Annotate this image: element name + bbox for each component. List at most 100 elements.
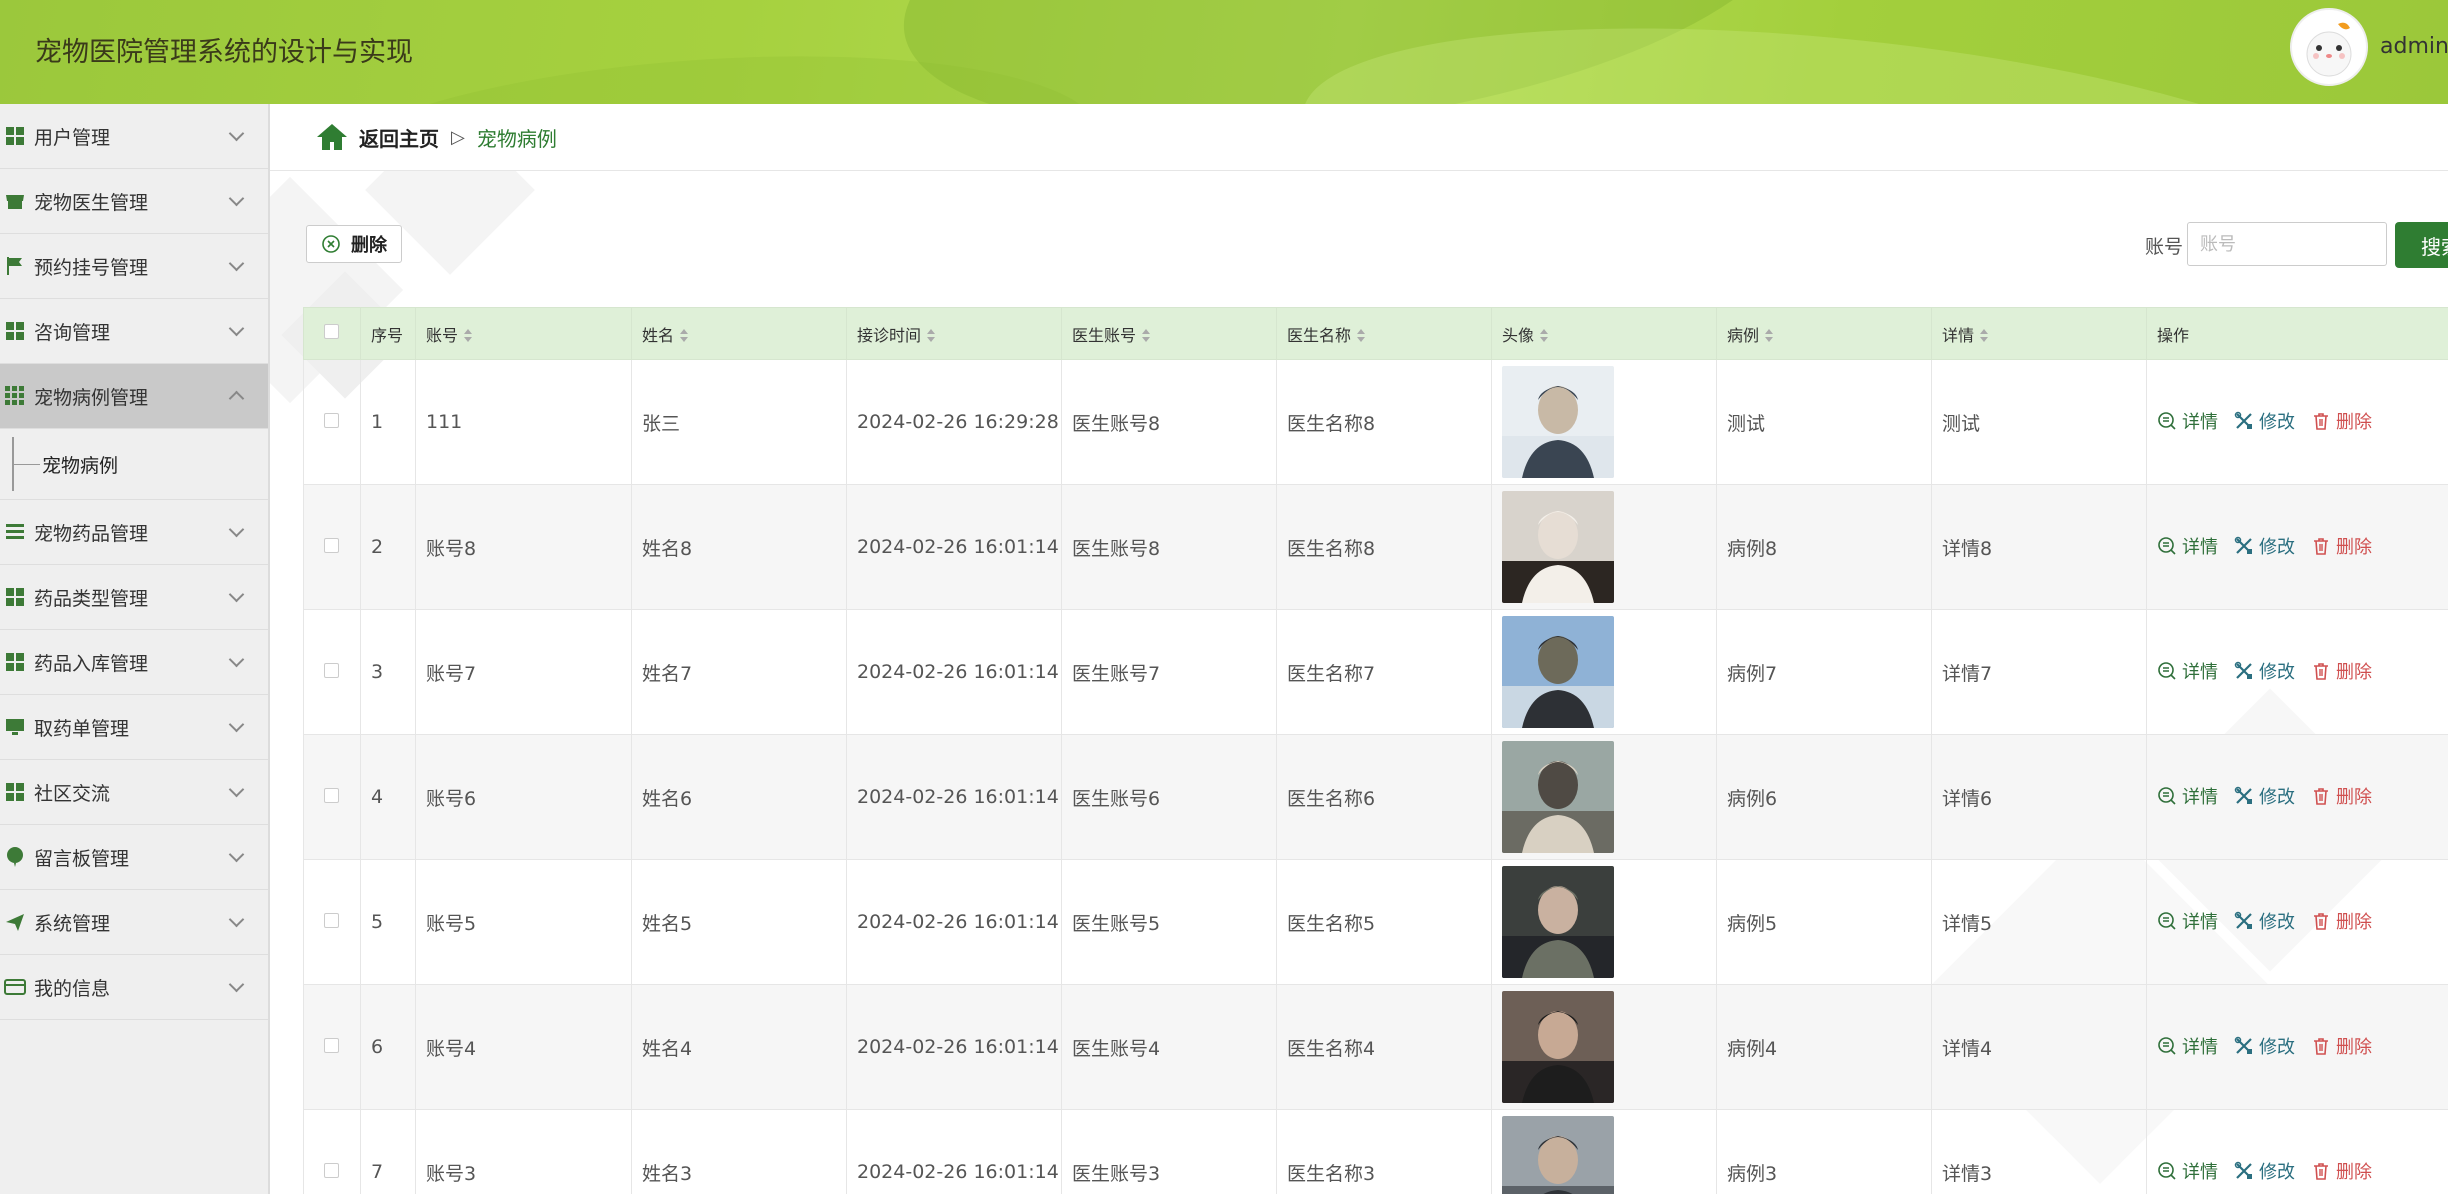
sort-icon[interactable] [1765,329,1774,343]
search-input[interactable] [2187,222,2387,266]
column-header[interactable]: 医生账号 [1061,307,1277,360]
row-edit-button[interactable]: 修改 [2234,908,2295,934]
row-checkbox[interactable] [324,413,339,428]
cell-case: 病例4 [1716,984,1932,1110]
row-delete-button[interactable]: 删除 [2311,658,2372,684]
row-delete-button[interactable]: 删除 [2311,533,2372,559]
avatar-photo[interactable] [1502,866,1614,978]
breadcrumb-home-link[interactable]: 返回主页 [359,123,439,152]
cell-actions: 详情 修改 删除 [2146,984,2448,1110]
sidebar-item-case-management[interactable]: 宠物病例管理 [0,364,268,429]
sidebar-item-label: 药品类型管理 [34,587,149,610]
row-detail-button[interactable]: 详情 [2157,1158,2218,1184]
cell-no: 4 [360,734,416,860]
row-delete-button[interactable]: 删除 [2311,408,2372,434]
row-checkbox[interactable] [324,913,339,928]
row-edit-button[interactable]: 修改 [2234,408,2295,434]
search-button[interactable]: 搜索 [2395,222,2448,268]
row-checkbox[interactable] [324,663,339,678]
cell-avatar [1491,484,1717,610]
column-header[interactable]: 账号 [415,307,632,360]
row-detail-button[interactable]: 详情 [2157,1033,2218,1059]
column-header[interactable]: 医生名称 [1276,307,1492,360]
sort-icon[interactable] [1357,329,1366,343]
cell-doctor-name: 医生名称3 [1276,1109,1492,1194]
home-icon[interactable] [315,122,349,152]
cell-avatar [1491,1109,1717,1194]
avatar-photo[interactable] [1502,491,1614,603]
user-avatar[interactable] [2290,8,2368,86]
avatar-photo[interactable] [1502,741,1614,853]
trash-icon [2314,663,2328,680]
sidebar-item-user-management[interactable]: 用户管理 [0,104,268,169]
cell-account: 账号7 [415,609,632,735]
cell-actions: 详情 修改 删除 [2146,1109,2448,1194]
row-edit-button[interactable]: 修改 [2234,1158,2295,1184]
row-detail-button[interactable]: 详情 [2157,408,2218,434]
username[interactable]: admin [2380,34,2448,59]
sidebar-item-drug-type-management[interactable]: 药品类型管理 [0,565,268,630]
row-edit-button[interactable]: 修改 [2234,533,2295,559]
row-checkbox[interactable] [324,788,339,803]
row-detail-button[interactable]: 详情 [2157,908,2218,934]
avatar-photo[interactable] [1502,366,1614,478]
sort-icon[interactable] [1142,329,1151,343]
sort-icon[interactable] [927,329,936,343]
row-delete-button[interactable]: 删除 [2311,908,2372,934]
avatar-photo[interactable] [1502,1116,1614,1194]
column-header[interactable]: 头像 [1491,307,1717,360]
sidebar-item-appointment-management[interactable]: 预约挂号管理 [0,234,268,299]
row-detail-button[interactable]: 详情 [2157,533,2218,559]
row-edit-button[interactable]: 修改 [2234,1033,2295,1059]
select-all-checkbox[interactable] [324,324,339,339]
column-header[interactable]: 病例 [1716,307,1932,360]
row-edit-button[interactable]: 修改 [2234,658,2295,684]
cell-avatar [1491,609,1717,735]
cell-name: 姓名7 [631,609,847,735]
sidebar-item-label: 社区交流 [34,782,111,805]
sidebar-item-label: 用户管理 [34,126,111,149]
row-checkbox[interactable] [324,1038,339,1053]
column-header[interactable]: 姓名 [631,307,847,360]
sort-icon[interactable] [1980,329,1989,343]
row-edit-button[interactable]: 修改 [2234,783,2295,809]
cell-actions: 详情 修改 删除 [2146,609,2448,735]
sidebar-item-doctor-management[interactable]: 宠物医生管理 [0,169,268,234]
row-checkbox[interactable] [324,538,339,553]
column-header[interactable]: 接诊时间 [846,307,1062,360]
avatar-photo[interactable] [1502,616,1614,728]
batch-delete-button[interactable]: 删除 [306,225,402,263]
sidebar-item-label: 预约挂号管理 [34,256,149,279]
chevron-down-icon [228,320,245,337]
sidebar-item-system-management[interactable]: 系统管理 [0,890,268,955]
sidebar-item-drug-stock-management[interactable]: 药品入库管理 [0,630,268,695]
cell-doctor-account: 医生账号6 [1061,734,1277,860]
chevron-down-icon [228,976,245,993]
sidebar-item-my-info[interactable]: 我的信息 [0,955,268,1020]
sidebar-item-consult-management[interactable]: 咨询管理 [0,299,268,364]
sidebar-item-community[interactable]: 社区交流 [0,760,268,825]
sidebar-item-pickup-management[interactable]: 取药单管理 [0,695,268,760]
sidebar-item-label: 取药单管理 [34,717,130,740]
row-checkbox[interactable] [324,1163,339,1178]
cell-avatar [1491,359,1717,485]
chevron-down-icon [228,846,245,863]
sidebar-item-message-board[interactable]: 留言板管理 [0,825,268,890]
avatar-photo[interactable] [1502,991,1614,1103]
trash-icon [2314,538,2328,555]
sort-icon[interactable] [680,329,689,343]
sidebar-subitem-pet-case[interactable]: 宠物病例 [0,429,268,500]
row-detail-button[interactable]: 详情 [2157,658,2218,684]
row-detail-button[interactable]: 详情 [2157,783,2218,809]
sidebar-item-label: 宠物病例管理 [34,386,149,409]
sort-icon[interactable] [464,329,473,343]
row-delete-button[interactable]: 删除 [2311,783,2372,809]
sort-icon[interactable] [1540,329,1549,343]
cell-detail: 详情8 [1931,484,2147,610]
trash-icon [2314,913,2328,930]
row-delete-button[interactable]: 删除 [2311,1033,2372,1059]
column-header[interactable]: 详情 [1931,307,2147,360]
detail-icon [2158,787,2176,805]
sidebar-item-drug-management[interactable]: 宠物药品管理 [0,500,268,565]
row-delete-button[interactable]: 删除 [2311,1158,2372,1184]
